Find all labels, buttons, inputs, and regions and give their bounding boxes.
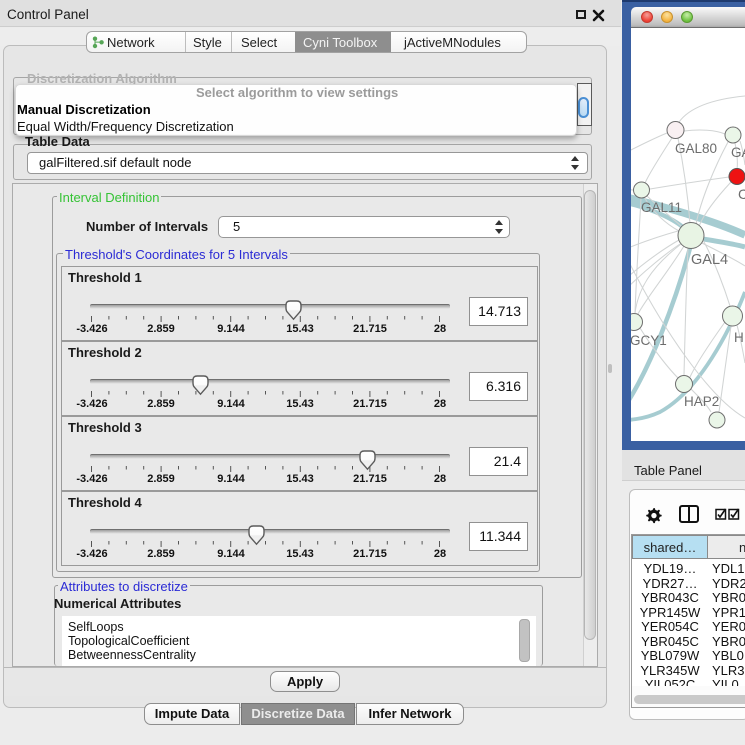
svg-text:GCY1: GCY1 bbox=[631, 333, 667, 348]
svg-text:GAL4: GAL4 bbox=[691, 252, 728, 268]
svg-text:H: H bbox=[734, 330, 744, 345]
svg-text:HAP2: HAP2 bbox=[684, 394, 719, 409]
svg-text:GA: GA bbox=[731, 145, 745, 160]
svg-text:GAL11: GAL11 bbox=[641, 200, 682, 215]
svg-text:C: C bbox=[738, 186, 745, 202]
svg-text:GAL80: GAL80 bbox=[675, 141, 717, 156]
